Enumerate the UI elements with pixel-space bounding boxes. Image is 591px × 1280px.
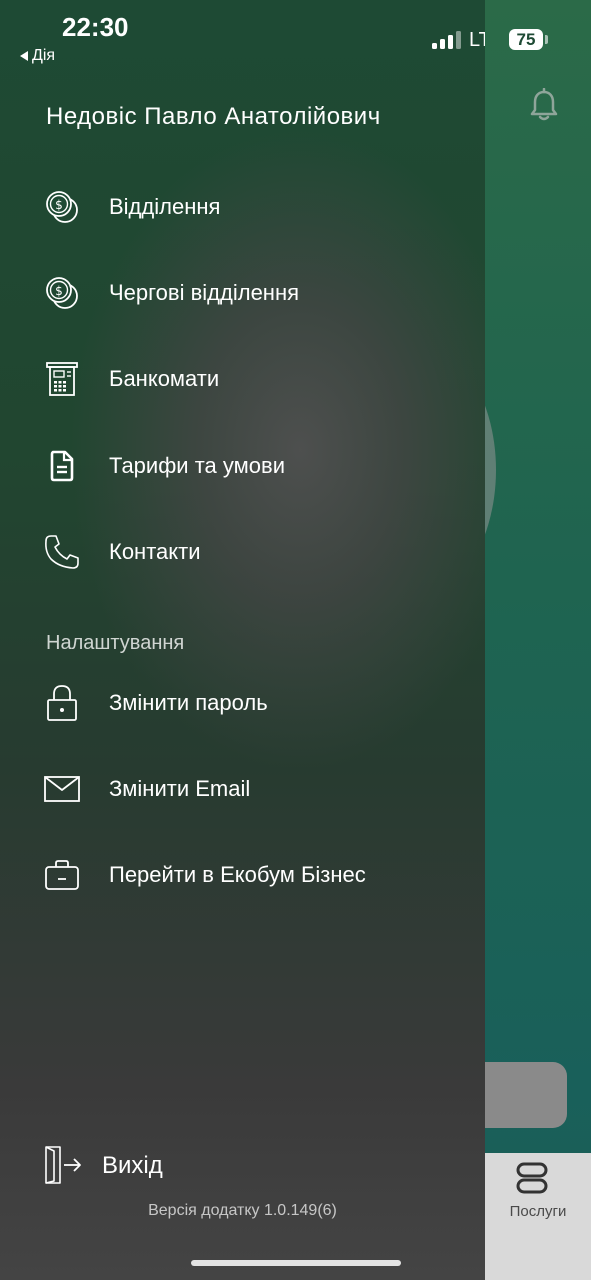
- back-arrow-icon: [20, 51, 28, 61]
- menu-item-label: Контакти: [109, 539, 201, 564]
- lock-icon: [42, 683, 82, 723]
- svg-text:$: $: [55, 284, 63, 298]
- menu-item-label: Змінити пароль: [109, 690, 268, 715]
- back-label: Дія: [32, 47, 56, 64]
- menu-item-label: Банкомати: [109, 366, 220, 391]
- side-drawer: 22:30 Дія LTE Недовіс Павло Анатолійович…: [0, 0, 485, 1280]
- app-version: Версія додатку 1.0.149(6): [148, 1202, 337, 1219]
- menu-item-branches[interactable]: $ Відділення: [0, 177, 485, 237]
- atm-icon: [42, 359, 82, 399]
- menu-item-label: Відділення: [109, 194, 221, 219]
- status-time: 22:30: [62, 12, 129, 42]
- battery-tip: [545, 35, 548, 44]
- back-to-app-button[interactable]: Дія: [20, 47, 55, 65]
- logout-icon: [42, 1144, 84, 1186]
- menu-item-contacts[interactable]: Контакти: [0, 522, 485, 582]
- envelope-icon: [42, 769, 82, 809]
- menu-item-label: Чергові відділення: [109, 280, 300, 305]
- tab-services-label[interactable]: Послуги: [485, 1203, 591, 1220]
- logout-button[interactable]: Вихід: [0, 1140, 485, 1192]
- bell-icon[interactable]: [528, 88, 560, 122]
- coins-icon: $: [42, 187, 82, 227]
- battery-indicator: 75: [509, 29, 543, 50]
- menu-item-label: Змінити Email: [109, 776, 251, 801]
- phone-icon: [42, 532, 82, 572]
- signal-icon: [432, 31, 461, 49]
- menu-item-label: Тарифи та умови: [109, 453, 285, 478]
- services-icon[interactable]: [515, 1162, 549, 1194]
- menu-item-tariffs[interactable]: Тарифи та умови: [0, 436, 485, 496]
- document-icon: [42, 446, 82, 486]
- coins-icon: $: [42, 273, 82, 313]
- svg-text:$: $: [55, 198, 63, 212]
- menu-item-switch-business[interactable]: Перейти в Екобум Бізнес: [0, 845, 485, 905]
- briefcase-icon: [42, 855, 82, 895]
- menu-item-atms[interactable]: Банкомати: [0, 349, 485, 409]
- home-indicator[interactable]: [191, 1260, 401, 1266]
- menu-item-label: Перейти в Екобум Бізнес: [109, 862, 366, 887]
- menu-item-change-password[interactable]: Змінити пароль: [0, 673, 485, 733]
- menu-item-change-email[interactable]: Змінити Email: [0, 759, 485, 819]
- logout-label: Вихід: [102, 1152, 163, 1179]
- user-name: Недовіс Павло Анатолійович: [46, 103, 381, 130]
- settings-section-title: Налаштування: [46, 632, 185, 654]
- menu-item-duty-branches[interactable]: $ Чергові відділення: [0, 263, 485, 323]
- network-label: LTE: [469, 29, 485, 51]
